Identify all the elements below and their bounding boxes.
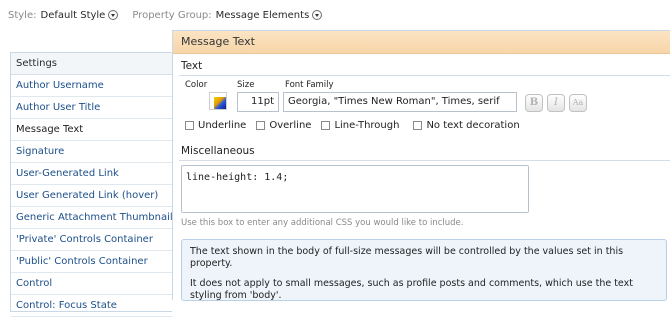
chevron-down-icon[interactable] bbox=[312, 10, 323, 20]
sidebar-item-signature[interactable]: Signature bbox=[11, 141, 172, 163]
underline-label: Underline bbox=[198, 120, 247, 131]
sidebar-item-author-user-title[interactable]: Author User Title bbox=[11, 97, 172, 119]
text-section-heading: Text bbox=[181, 60, 203, 72]
no-decoration-checkbox[interactable] bbox=[413, 121, 423, 130]
text-decoration-options: Underline Overline Line-Through No text … bbox=[185, 120, 530, 131]
property-group-value[interactable]: Message Elements bbox=[216, 10, 310, 21]
sidebar-item-user-generated-link-hover[interactable]: User Generated Link (hover) bbox=[11, 185, 172, 207]
panel-title: Message Text bbox=[173, 31, 670, 54]
sidebar-item-message-text[interactable]: Message Text bbox=[11, 119, 172, 141]
color-label: Color bbox=[185, 80, 208, 90]
sidebar-item-settings[interactable]: Settings bbox=[11, 53, 172, 75]
style-value[interactable]: Default Style bbox=[41, 10, 106, 21]
property-group-label: Property Group: bbox=[132, 9, 212, 21]
description-line-2: It does not apply to small messages, suc… bbox=[190, 278, 633, 301]
line-through-label: Line-Through bbox=[334, 120, 400, 131]
sidebar-item-private-controls[interactable]: 'Private' Controls Container bbox=[11, 229, 172, 251]
style-label: Style: bbox=[8, 9, 37, 21]
misc-section-divider bbox=[179, 160, 670, 161]
property-sidebar: Settings Author Username Author User Tit… bbox=[10, 52, 172, 317]
underline-checkbox[interactable] bbox=[185, 121, 194, 130]
color-swatch-icon bbox=[214, 97, 226, 109]
property-description: The text shown in the body of full-size … bbox=[181, 239, 667, 301]
misc-section-heading: Miscellaneous bbox=[181, 145, 255, 157]
small-caps-button[interactable]: Aa bbox=[569, 94, 587, 112]
overline-checkbox[interactable] bbox=[256, 121, 266, 130]
extra-css-hint: Use this box to enter any additional CSS… bbox=[181, 218, 464, 228]
sidebar-item-control[interactable]: Control bbox=[11, 273, 172, 295]
description-line-1: The text shown in the body of full-size … bbox=[190, 246, 624, 269]
bold-button[interactable]: B bbox=[525, 94, 543, 112]
line-through-checkbox[interactable] bbox=[321, 121, 331, 130]
italic-button[interactable]: I bbox=[547, 94, 565, 112]
property-editor-panel: Message Text Text Color Size Font Family… bbox=[172, 30, 670, 301]
overline-label: Overline bbox=[269, 120, 312, 131]
size-input[interactable]: 11pt bbox=[237, 92, 279, 112]
sidebar-item-generic-attachment-thumbnail[interactable]: Generic Attachment Thumbnail bbox=[11, 207, 172, 229]
sidebar-item-control-focus-state[interactable]: Control: Focus State bbox=[11, 295, 172, 317]
chevron-down-icon[interactable] bbox=[108, 10, 119, 20]
color-picker[interactable] bbox=[209, 92, 227, 110]
font-family-input[interactable]: Georgia, "Times New Roman", Times, serif bbox=[283, 92, 517, 112]
extra-css-textarea[interactable]: line-height: 1.4; bbox=[181, 165, 529, 213]
font-family-label: Font Family bbox=[285, 80, 334, 90]
size-label: Size bbox=[237, 80, 255, 90]
text-section-divider bbox=[179, 75, 670, 76]
style-toolbar: Style: Default Style Property Group: Mes… bbox=[8, 7, 323, 23]
sidebar-item-author-username[interactable]: Author Username bbox=[11, 75, 172, 97]
no-decoration-label: No text decoration bbox=[426, 120, 520, 131]
sidebar-item-user-generated-link[interactable]: User-Generated Link bbox=[11, 163, 172, 185]
sidebar-item-public-controls[interactable]: 'Public' Controls Container bbox=[11, 251, 172, 273]
